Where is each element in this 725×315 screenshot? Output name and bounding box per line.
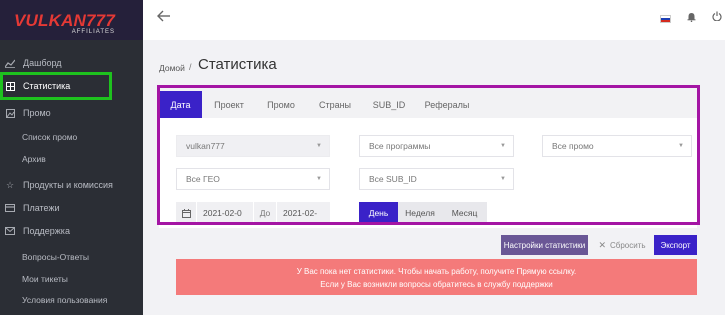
logo-text: VULKAN777 xyxy=(14,10,115,30)
breadcrumb-separator: / xyxy=(189,62,192,72)
top-bar xyxy=(143,0,725,40)
image-icon xyxy=(5,108,15,118)
logo-subtitle: AFFILIATES xyxy=(71,28,115,35)
sidebar-subitem-terms[interactable]: Условия пользования xyxy=(22,295,107,305)
no-stats-alert: У Вас пока нет статистики. Чтобы начать … xyxy=(176,259,697,295)
sidebar-item-support[interactable]: Поддержка xyxy=(0,224,143,238)
sidebar-item-label: Продукты и комиссия xyxy=(23,180,113,190)
sidebar-subitem-tickets[interactable]: Мои тикеты xyxy=(22,274,68,284)
sidebar-subitem-promo-list[interactable]: Список промо xyxy=(22,132,77,142)
statistics-settings-button[interactable]: Настройки статистики xyxy=(501,235,588,255)
highlight-box-green xyxy=(0,72,112,100)
close-icon: ✕ xyxy=(598,239,606,250)
sidebar-item-promo[interactable]: Промо xyxy=(0,106,143,120)
bell-icon[interactable] xyxy=(687,12,696,25)
power-icon[interactable] xyxy=(712,11,722,24)
chart-line-icon xyxy=(5,58,15,68)
sidebar-item-label: Платежи xyxy=(23,203,60,213)
sidebar-item-label: Дашборд xyxy=(23,58,62,68)
arrow-left-icon[interactable] xyxy=(157,9,171,27)
sidebar-item-products[interactable]: ☆ Продукты и комиссия xyxy=(0,178,143,192)
logo[interactable]: VULKAN777 AFFILIATES xyxy=(0,0,143,40)
breadcrumb-home[interactable]: Домой xyxy=(159,63,185,73)
sidebar-item-label: Поддержка xyxy=(23,226,70,236)
page-title: Статистика xyxy=(198,56,277,73)
language-flag-ru[interactable] xyxy=(660,15,671,23)
alert-line-2: Если у Вас возникли вопросы обратитесь в… xyxy=(320,280,553,289)
export-button[interactable]: Экспорт xyxy=(654,235,697,255)
sidebar-subitem-faq[interactable]: Вопросы-Ответы xyxy=(22,252,89,262)
card-icon xyxy=(5,203,15,213)
reset-button-label: Сбросить xyxy=(609,240,646,250)
sidebar-item-payments[interactable]: Платежи xyxy=(0,201,143,215)
sidebar-subitem-archive[interactable]: Архив xyxy=(22,154,46,164)
sidebar-item-dashboard[interactable]: Дашборд xyxy=(0,56,143,70)
alert-line-1: У Вас пока нет статистики. Чтобы начать … xyxy=(296,267,577,276)
sidebar-item-label: Промо xyxy=(23,108,51,118)
mail-icon xyxy=(5,226,15,236)
star-icon: ☆ xyxy=(5,179,15,190)
highlight-box-purple xyxy=(157,85,700,225)
reset-button[interactable]: ✕ Сбросить xyxy=(597,235,647,255)
